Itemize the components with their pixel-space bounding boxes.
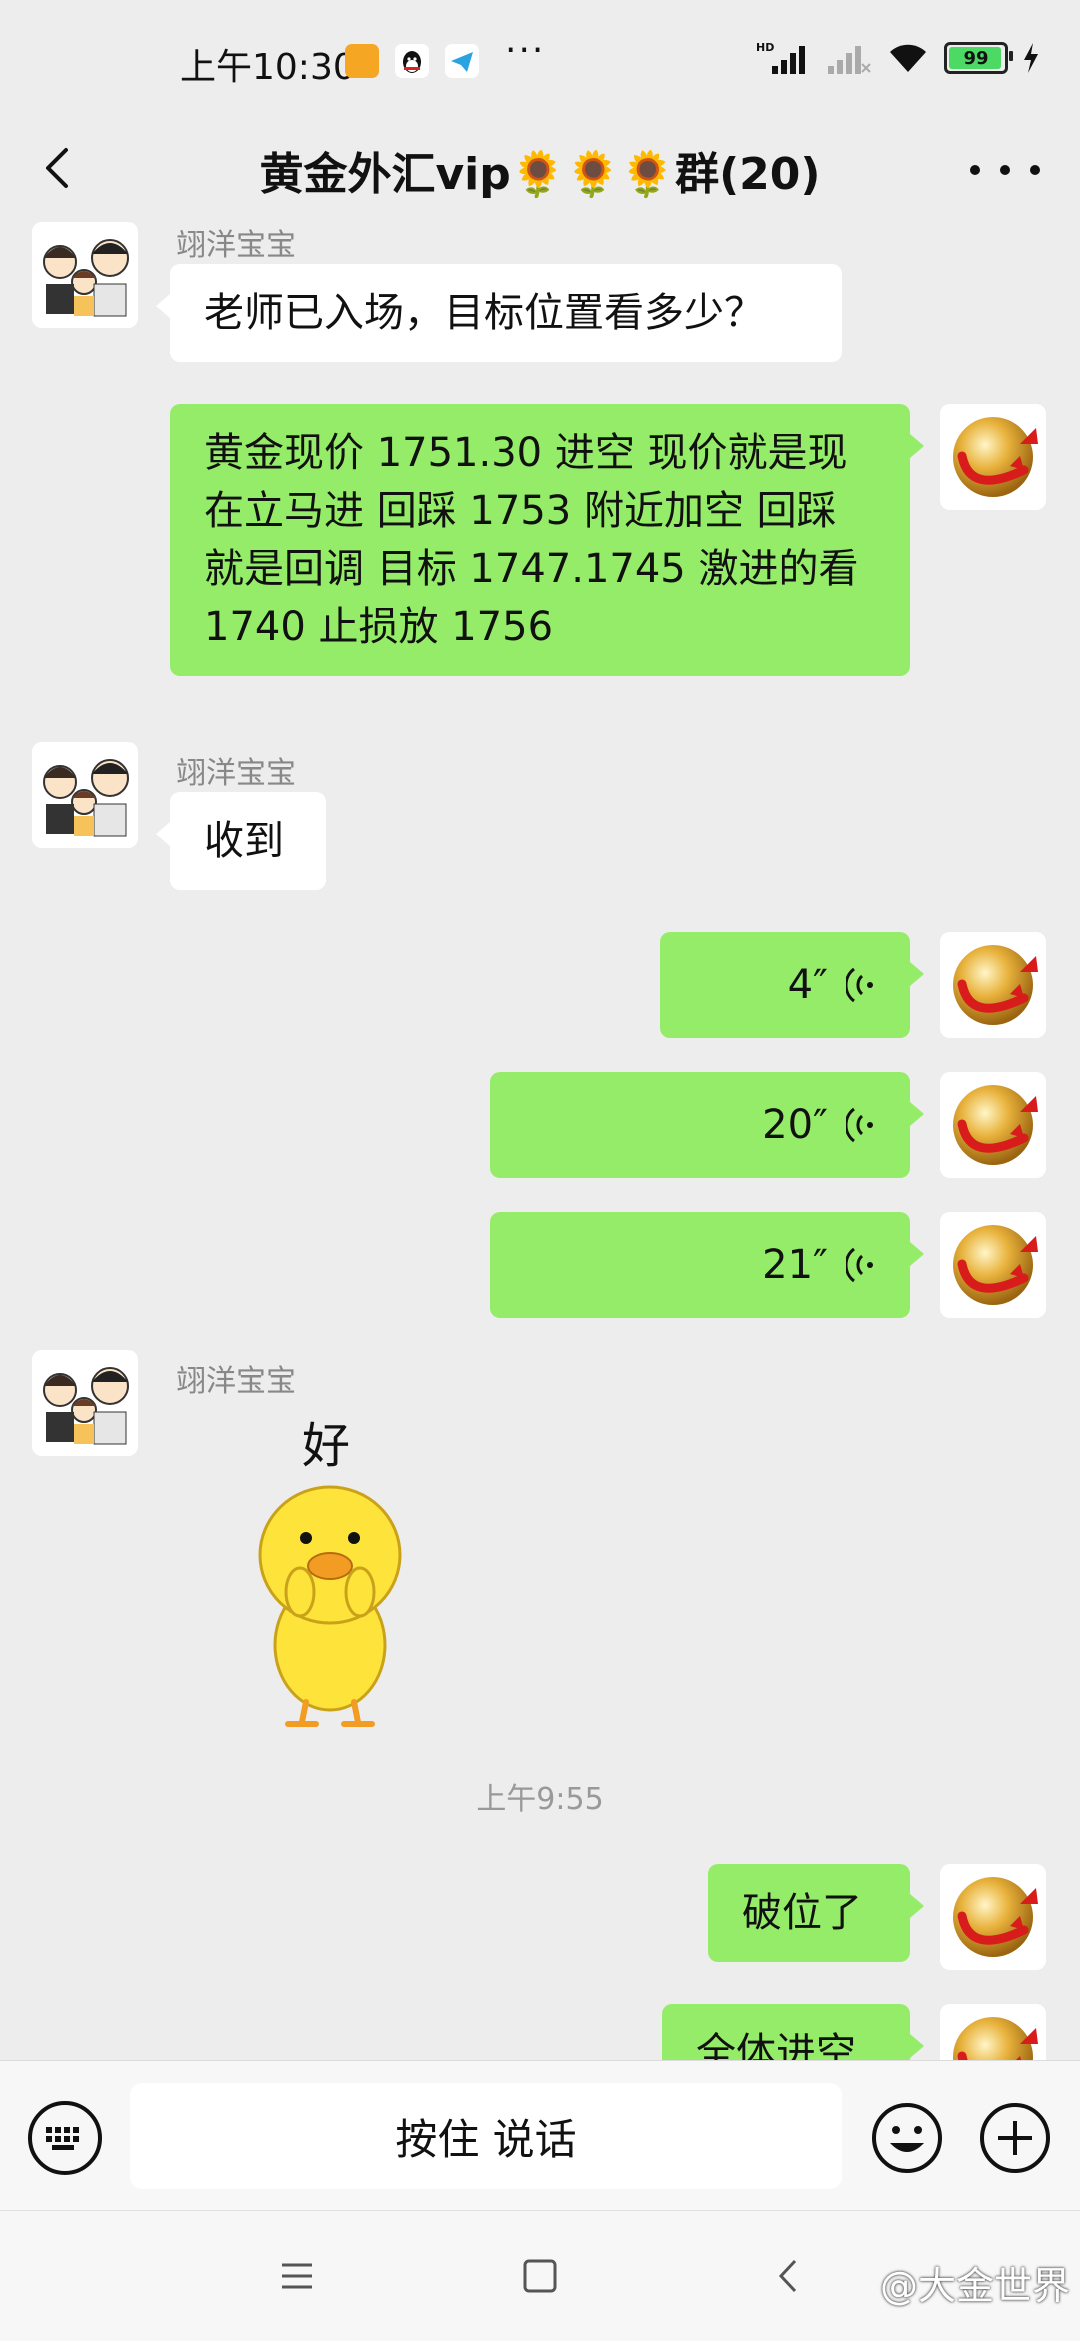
input-bar: 按住 说话 xyxy=(0,2060,1080,2211)
wifi-icon xyxy=(890,44,926,72)
avatar-gold-globe[interactable] xyxy=(940,404,1046,510)
avatar-family[interactable] xyxy=(32,1350,138,1456)
battery-icon: 99 xyxy=(944,42,1013,74)
voice-duration: 4″ xyxy=(787,962,828,1008)
keyboard-toggle-button[interactable] xyxy=(28,2101,102,2175)
nav-menu-button[interactable] xyxy=(272,2251,322,2301)
message-bubble-outgoing[interactable]: 黄金现价 1751.30 进空 现价就是现在立马进 回踩 1753 附近加空 回… xyxy=(170,404,924,676)
more-notifications: ··· xyxy=(505,30,546,71)
chat-header: 黄金外汇vip🌻🌻🌻群(20) xyxy=(0,120,1080,220)
menu-icon xyxy=(282,2263,312,2289)
qq-icon xyxy=(395,44,429,78)
avatar-gold-globe[interactable] xyxy=(940,1072,1046,1178)
svg-text:HD: HD xyxy=(756,41,774,54)
status-indicators: HD 99 xyxy=(756,40,1040,76)
dot-icon xyxy=(1000,165,1010,175)
avatar-gold-globe[interactable] xyxy=(940,932,1046,1038)
avatar-family[interactable] xyxy=(32,222,138,328)
nav-home-button[interactable] xyxy=(515,2251,565,2301)
nav-back-icon xyxy=(778,2259,797,2293)
dot-icon xyxy=(970,165,980,175)
more-functions-button[interactable] xyxy=(978,2101,1052,2175)
system-nav-bar: @大金世界 xyxy=(0,2210,1080,2341)
signal-weak-icon xyxy=(828,46,871,74)
sender-name: 翊洋宝宝 xyxy=(176,1364,296,1399)
status-bar: 上午10:30 ··· HD 99 xyxy=(0,0,1080,120)
telegram-icon xyxy=(445,44,479,78)
more-options-button[interactable] xyxy=(970,140,1040,200)
hold-to-talk-button[interactable]: 按住 说话 xyxy=(130,2083,842,2189)
message-bubble-outgoing[interactable]: 破位了 xyxy=(708,1864,924,1962)
message-bubble-incoming[interactable]: 老师已入场，目标位置看多少？ xyxy=(156,264,842,362)
watermark: @大金世界 xyxy=(879,2264,1070,2308)
voice-duration: 20″ xyxy=(762,1102,828,1148)
avatar-family[interactable] xyxy=(32,742,138,848)
keyboard-icon xyxy=(46,2127,79,2150)
message-bubble-incoming[interactable]: 收到 xyxy=(156,792,326,890)
sender-name: 翊洋宝宝 xyxy=(176,756,296,791)
status-time: 上午10:30 xyxy=(180,47,356,88)
avatar-gold-globe[interactable] xyxy=(940,1212,1046,1318)
smiley-icon xyxy=(872,2103,942,2173)
voice-message[interactable]: 20″ xyxy=(490,1072,924,1178)
signal-hd-icon: HD xyxy=(756,41,805,74)
duck-sticker-icon[interactable] xyxy=(250,1480,410,1730)
voice-wave-icon xyxy=(846,1247,873,1283)
charging-icon xyxy=(1024,43,1038,73)
battery-level: 99 xyxy=(963,47,989,69)
home-square-icon xyxy=(523,2259,557,2293)
voice-message[interactable]: 21″ xyxy=(490,1212,924,1318)
voice-duration: 21″ xyxy=(762,1242,828,1288)
emoji-button[interactable] xyxy=(870,2101,944,2175)
avatar-gold-globe[interactable] xyxy=(940,1864,1046,1970)
message-bubble-outgoing[interactable]: 全体进空 xyxy=(662,2004,924,2060)
sticker-caption: 好 xyxy=(302,1418,351,1474)
notes-icon xyxy=(345,44,379,78)
nav-back-button[interactable] xyxy=(765,2251,815,2301)
voice-wave-icon xyxy=(846,967,873,1003)
voice-message[interactable]: 4″ xyxy=(660,932,924,1038)
voice-wave-icon xyxy=(846,1107,873,1143)
avatar-gold-globe[interactable] xyxy=(940,2004,1046,2060)
message-list[interactable]: 翊洋宝宝 老师已入场，目标位置看多少？ 黄金现价 1751.30 进空 现价就是… xyxy=(0,220,1080,2060)
time-separator: 上午9:55 xyxy=(476,1782,604,1817)
dot-icon xyxy=(1030,165,1040,175)
plus-icon xyxy=(980,2103,1050,2173)
sender-name: 翊洋宝宝 xyxy=(176,228,296,263)
chat-title: 黄金外汇vip🌻🌻🌻群(20) xyxy=(259,149,821,200)
